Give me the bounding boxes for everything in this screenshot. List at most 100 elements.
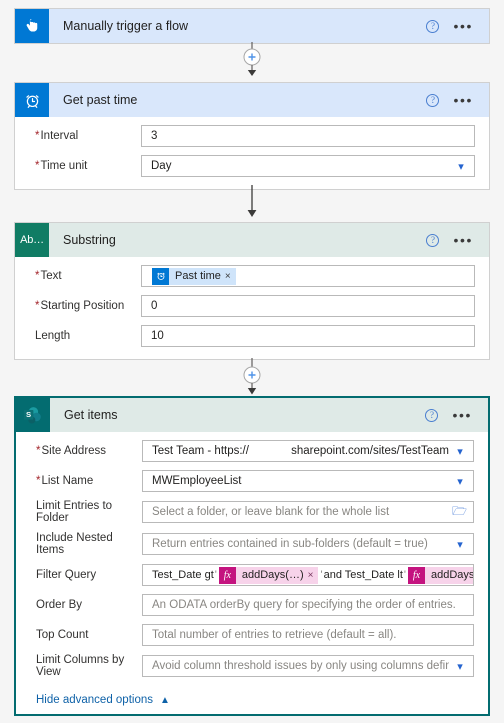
chevron-down-icon[interactable]: ▾ [453,538,467,551]
field-row-limit-entries-to-folder: Limit Entries to Folder Select a folder,… [30,500,474,524]
expression-token-adddays-2[interactable]: fx addDays(…) × [407,566,474,584]
card-substring[interactable]: Ab… Substring ? ••• *Text Past time × *S… [14,222,490,360]
fx-icon: fx [407,566,425,584]
card-title: Get past time [63,93,138,107]
length-input[interactable]: 10 [141,325,475,347]
required-asterisk: * [36,475,41,487]
card-header[interactable]: S Get items ? ••• [16,398,488,432]
field-row-site-address: *Site Address Test Team - https:// share… [30,440,474,462]
field-placeholder: Select a folder, or leave blank for the … [152,506,390,518]
required-asterisk: * [35,130,40,142]
field-placeholder: Avoid column threshold issues by only us… [152,660,449,672]
help-icon[interactable]: ? [425,408,439,422]
card-title: Get items [64,408,118,422]
card-manually-trigger-a-flow[interactable]: Manually trigger a flow ? ••• [14,8,490,44]
card-header-actions: ? ••• [426,83,489,117]
card-header[interactable]: Manually trigger a flow ? ••• [15,9,489,43]
field-row-text: *Text Past time × [29,265,475,287]
field-label: *Starting Position [35,300,125,312]
more-menu-icon[interactable]: ••• [453,93,473,107]
required-asterisk: * [35,160,40,172]
field-placeholder: Total number of entries to retrieve (def… [152,629,397,641]
card-get-past-time[interactable]: Get past time ? ••• *Interval 3 *Time un… [14,82,490,190]
chevron-down-icon[interactable]: ▾ [453,475,467,488]
help-icon[interactable]: ? [426,93,440,107]
token-label: addDays(…) [241,569,304,581]
more-menu-icon[interactable]: ••• [453,233,473,247]
field-row-filter-query: Filter Query Test_Date gt ' fx addDays(…… [30,564,474,586]
card-body: *Site Address Test Team - https:// share… [16,432,488,690]
field-value: Test Team - https:// sharepoint.com/site… [152,445,449,457]
card-get-items[interactable]: S Get items ? ••• *Site Address Test Tea… [14,396,490,716]
flow-designer-canvas: Manually trigger a flow ? ••• Get past t… [0,0,504,723]
limit-entries-to-folder-input[interactable]: Select a folder, or leave blank for the … [142,501,474,523]
filter-query-part1: Test_Date gt [152,569,214,581]
field-placeholder: An ODATA orderBy query for specifying th… [152,599,456,611]
token-label: Past time [175,270,221,282]
site-address-dropdown[interactable]: Test Team - https:// sharepoint.com/site… [142,440,474,462]
field-value: 10 [151,330,164,342]
alarm-clock-icon [15,83,49,117]
card-header[interactable]: Get past time ? ••• [15,83,489,117]
more-menu-icon[interactable]: ••• [452,408,472,422]
field-label: Include Nested Items [36,532,113,556]
field-value: 3 [151,130,158,142]
field-label: Order By [36,599,83,611]
hide-advanced-options-link[interactable]: Hide advanced options ▲ [16,690,488,714]
site-address-prefix: Test Team - https:// [152,445,249,457]
limit-columns-by-view-dropdown[interactable]: Avoid column threshold issues by only us… [142,655,474,677]
more-menu-icon[interactable]: ••• [453,19,473,33]
starting-position-input[interactable]: 0 [141,295,475,317]
site-address-suffix: sharepoint.com/sites/TestTeam [291,445,449,457]
filter-query-input[interactable]: Test_Date gt ' fx addDays(…) × ' and Tes… [142,564,474,586]
sharepoint-icon: S [16,398,50,432]
time-unit-dropdown[interactable]: Day ▾ [141,155,475,177]
field-label: Filter Query [36,569,97,581]
field-row-order-by: Order By An ODATA orderBy query for spec… [30,594,474,616]
expression-token-adddays-1[interactable]: fx addDays(…) × [218,566,319,584]
top-count-input[interactable]: Total number of entries to retrieve (def… [142,624,474,646]
include-nested-items-dropdown[interactable]: Return entries contained in sub-folders … [142,533,474,555]
fx-icon: fx [218,566,236,584]
field-row-time-unit: *Time unit Day ▾ [29,155,475,177]
dynamic-content-token-past-time[interactable]: Past time × [152,267,236,285]
card-header-actions: ? ••• [425,398,488,432]
field-value: MWEmployeeList [152,475,242,487]
help-icon[interactable]: ? [426,19,440,33]
help-icon[interactable]: ? [426,233,440,247]
field-label: Limit Entries to Folder [36,500,113,524]
field-label: Limit Columns by View [36,654,125,678]
chevron-down-icon[interactable]: ▾ [453,660,467,673]
filter-query-quote-open1: ' [214,569,217,581]
svg-text:S: S [26,410,31,419]
card-title: Manually trigger a flow [63,19,189,33]
field-row-include-nested-items: Include Nested Items Return entries cont… [30,532,474,556]
chevron-up-icon[interactable]: ▲ [160,695,170,706]
order-by-input[interactable]: An ODATA orderBy query for specifying th… [142,594,474,616]
card-header-actions: ? ••• [426,223,489,257]
chevron-down-icon[interactable]: ▾ [454,160,468,173]
remove-token-icon[interactable]: × [308,570,319,581]
card-title: Substring [63,233,116,247]
token-label: addDays(…) [430,569,474,581]
folder-picker-icon[interactable]: 🗁 [452,502,467,522]
field-row-starting-position: *Starting Position 0 [29,295,475,317]
text-functions-icon: Ab… [15,223,49,257]
card-header-actions: ? ••• [426,9,489,43]
chevron-down-icon[interactable]: ▾ [453,445,467,458]
remove-token-icon[interactable]: × [225,271,236,282]
field-value: Day [151,160,172,172]
filter-query-quote-open2: ' [403,569,406,581]
connector-trigger-to-past-time [0,42,504,82]
required-asterisk: * [36,445,41,457]
list-name-dropdown[interactable]: MWEmployeeList ▾ [142,470,474,492]
required-asterisk: * [35,300,40,312]
interval-input[interactable]: 3 [141,125,475,147]
card-body: *Interval 3 *Time unit Day ▾ [15,117,489,189]
field-value: 0 [151,300,158,312]
alarm-clock-icon [152,267,169,285]
field-label: *Site Address [36,445,107,457]
card-header[interactable]: Ab… Substring ? ••• [15,223,489,257]
field-label: *Time unit [35,160,88,172]
text-input[interactable]: Past time × [141,265,475,287]
